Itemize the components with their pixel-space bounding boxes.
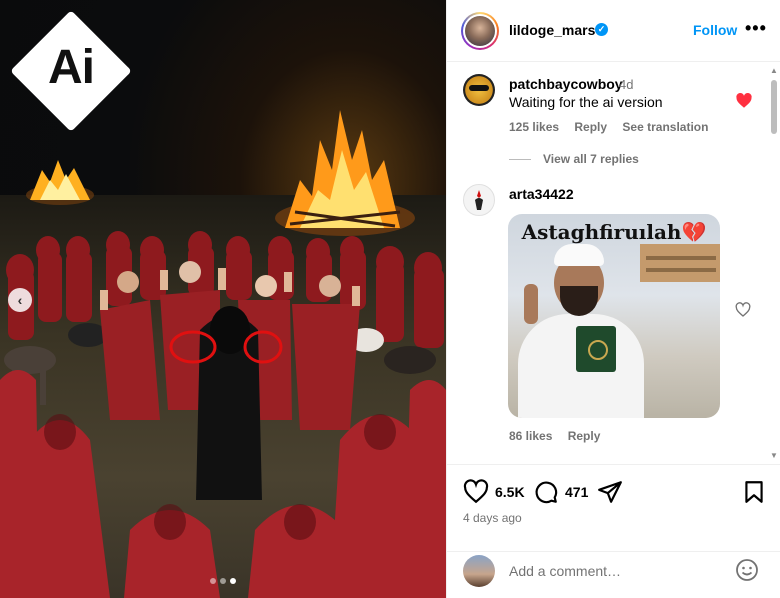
comment-input[interactable] [509,561,719,581]
heart-icon [463,479,489,504]
comments-list: patchbaycowboy 4d Waiting for the ai ver… [447,62,780,464]
comment-meta: 125 likes Reply See translation [509,120,720,134]
scroll-down-icon[interactable]: ▼ [770,451,778,460]
chevron-left-icon: ‹ [17,292,23,308]
comments-scrollbar[interactable]: ▲ ▼ [769,66,779,460]
add-comment-bar [447,551,780,598]
more-options-icon[interactable]: ••• [745,18,767,39]
reply-button[interactable]: Reply [574,120,607,134]
gif-caption: Astaghfiruılah💔 [521,220,707,244]
carousel-dot-active [230,578,236,584]
commenter-avatar[interactable] [463,74,495,106]
post-timestamp[interactable]: 4 days ago [463,511,522,525]
send-icon [598,481,622,503]
commenter-avatar[interactable] [463,184,495,216]
comment-timestamp[interactable]: 4d [619,77,633,92]
like-button[interactable]: 6.5K [463,479,525,505]
scroll-up-icon[interactable]: ▲ [770,66,778,75]
post-image[interactable]: Ai ‹ [0,0,446,598]
likes-count[interactable]: 6.5K [495,484,525,500]
see-translation-button[interactable]: See translation [622,120,708,134]
view-replies-button[interactable]: View all 7 replies [509,152,639,166]
view-replies-label: View all 7 replies [543,152,639,166]
comments-count[interactable]: 471 [565,484,588,500]
carousel-prev-button[interactable]: ‹ [8,288,32,312]
like-heart-icon[interactable] [735,302,751,318]
carousel-dots [0,578,446,584]
comment-gif[interactable]: Astaghfiruılah💔 [508,214,720,418]
comment-bubble-icon [535,481,558,504]
post-header: lildoge_mars ✓ Follow ••• [447,0,780,62]
gif-building [640,244,720,282]
ai-badge-logo: Ai [10,10,132,132]
emoji-icon[interactable] [735,558,759,582]
share-button[interactable] [597,479,623,505]
current-user-avatar[interactable] [463,555,495,587]
avatar-glyph-icon [475,190,483,210]
post-side-panel: lildoge_mars ✓ Follow ••• patchbaycowboy… [446,0,780,598]
scrollbar-thumb[interactable] [771,80,777,134]
verified-badge-icon: ✓ [595,23,608,36]
comment-likes[interactable]: 86 likes [509,429,552,443]
comment-likes[interactable]: 125 likes [509,120,559,134]
follow-button[interactable]: Follow [693,22,737,38]
comment-button[interactable]: 471 [533,479,588,505]
bookmark-icon[interactable] [741,479,767,505]
comment-username[interactable]: arta34422 [509,186,574,202]
liked-heart-icon[interactable] [735,92,753,110]
bonfire-right [275,110,415,236]
post-actions: 6.5K 471 4 days ago [447,464,780,598]
carousel-dot [220,578,226,584]
comment-text: Waiting for the ai version [509,94,663,110]
bonfire-left [26,160,94,205]
comment-username[interactable]: patchbaycowboy [509,76,623,92]
comment-meta: 86 likes Reply [509,429,612,443]
author-avatar[interactable] [461,12,499,50]
reply-button[interactable]: Reply [568,429,601,443]
quran-book [576,326,616,372]
carousel-dot [210,578,216,584]
author-username[interactable]: lildoge_mars [509,22,595,38]
